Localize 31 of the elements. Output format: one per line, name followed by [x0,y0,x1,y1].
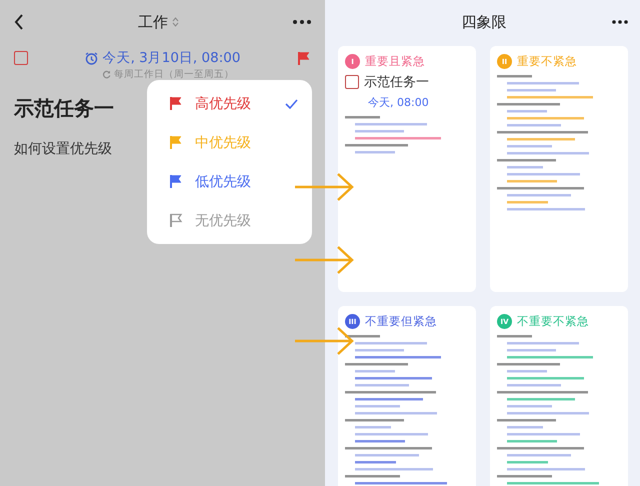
flag-icon [169,174,183,189]
flag-icon [169,213,183,228]
task-checkbox[interactable] [14,51,28,65]
more-icon[interactable] [612,20,628,24]
menu-item[interactable]: 无优先级 [147,201,312,240]
menu-item[interactable]: 高优先级 [147,84,312,123]
page-title: 四象限 [462,12,506,32]
task-note: 如何设置优先级 [14,140,112,158]
list-title: 工作 [138,12,168,32]
more-icon[interactable] [293,20,311,24]
task-checkbox[interactable] [345,75,359,89]
due-date[interactable]: 今天, 3月10日, 08:00 [102,49,240,67]
arrow-drawing [295,326,355,356]
task-due: 今天, 08:00 [368,95,430,110]
alarm-icon [84,52,98,64]
menu-item[interactable]: 低优先级 [147,162,312,201]
flag-icon [169,96,183,111]
arrow-drawing [295,172,355,202]
quadrant-title: 不重要但紧急 [365,314,437,329]
task-title: 示范任务一 [14,95,114,122]
quadrant-title: 重要且紧急 [365,54,425,69]
check-icon [285,98,298,108]
arrow-drawing [295,245,355,275]
task-title[interactable]: 示范任务一 [364,73,429,91]
back-icon[interactable] [14,14,24,30]
repeat-text: 每周工作日（周一至周五） [114,68,234,81]
flag-icon[interactable] [297,50,311,66]
quadrant-title: 不重要不紧急 [517,314,589,329]
quadrant-title: 重要不紧急 [517,54,577,69]
flag-icon [169,135,183,150]
repeat-icon [102,70,111,79]
